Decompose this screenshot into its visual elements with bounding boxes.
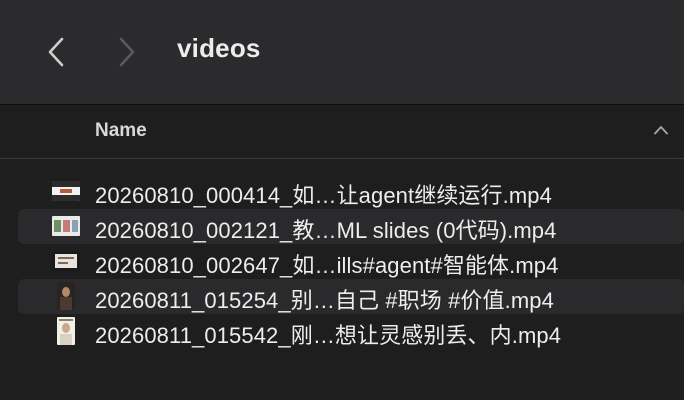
list-item[interactable]: 20260810_002121_教…ML slides (0代码).mp4 [18,209,684,244]
video-thumbnail-icon [57,317,75,345]
video-thumbnail-icon [57,282,75,310]
back-button[interactable] [42,34,70,70]
video-thumbnail-icon [52,181,80,201]
list-item[interactable]: 20260810_000414_如…让agent继续运行.mp4 [18,174,684,209]
video-thumbnail-icon [52,216,80,236]
file-name: 20260810_002647_如…ills#agent#智能体.mp4 [95,253,559,278]
file-list: 20260810_000414_如…让agent继续运行.mp4 2026081… [0,174,684,349]
list-item[interactable]: 20260810_002647_如…ills#agent#智能体.mp4 [18,244,684,279]
toolbar: videos [0,0,684,105]
file-name: 20260810_002121_教…ML slides (0代码).mp4 [95,218,557,243]
video-thumbnail-icon [52,251,80,271]
forward-button[interactable] [113,34,141,70]
chevron-right-icon [119,37,135,67]
finder-window: videos Name 20260810_000414_如…让agent继续运行… [0,0,684,400]
file-name: 20260810_000414_如…让agent继续运行.mp4 [95,183,552,208]
chevron-left-icon [48,37,64,67]
name-column-header[interactable]: Name [95,120,147,142]
window-title: videos [177,33,261,63]
chevron-up-icon[interactable] [653,125,669,135]
column-header: Name [0,105,684,159]
list-item[interactable]: 20260811_015254_别…自己 #职场 #价值.mp4 [18,279,684,314]
file-name: 20260811_015542_刚…想让灵感别丢、内.mp4 [95,323,562,348]
file-name: 20260811_015254_别…自己 #职场 #价值.mp4 [95,288,554,313]
list-item[interactable]: 20260811_015542_刚…想让灵感别丢、内.mp4 [18,314,684,349]
